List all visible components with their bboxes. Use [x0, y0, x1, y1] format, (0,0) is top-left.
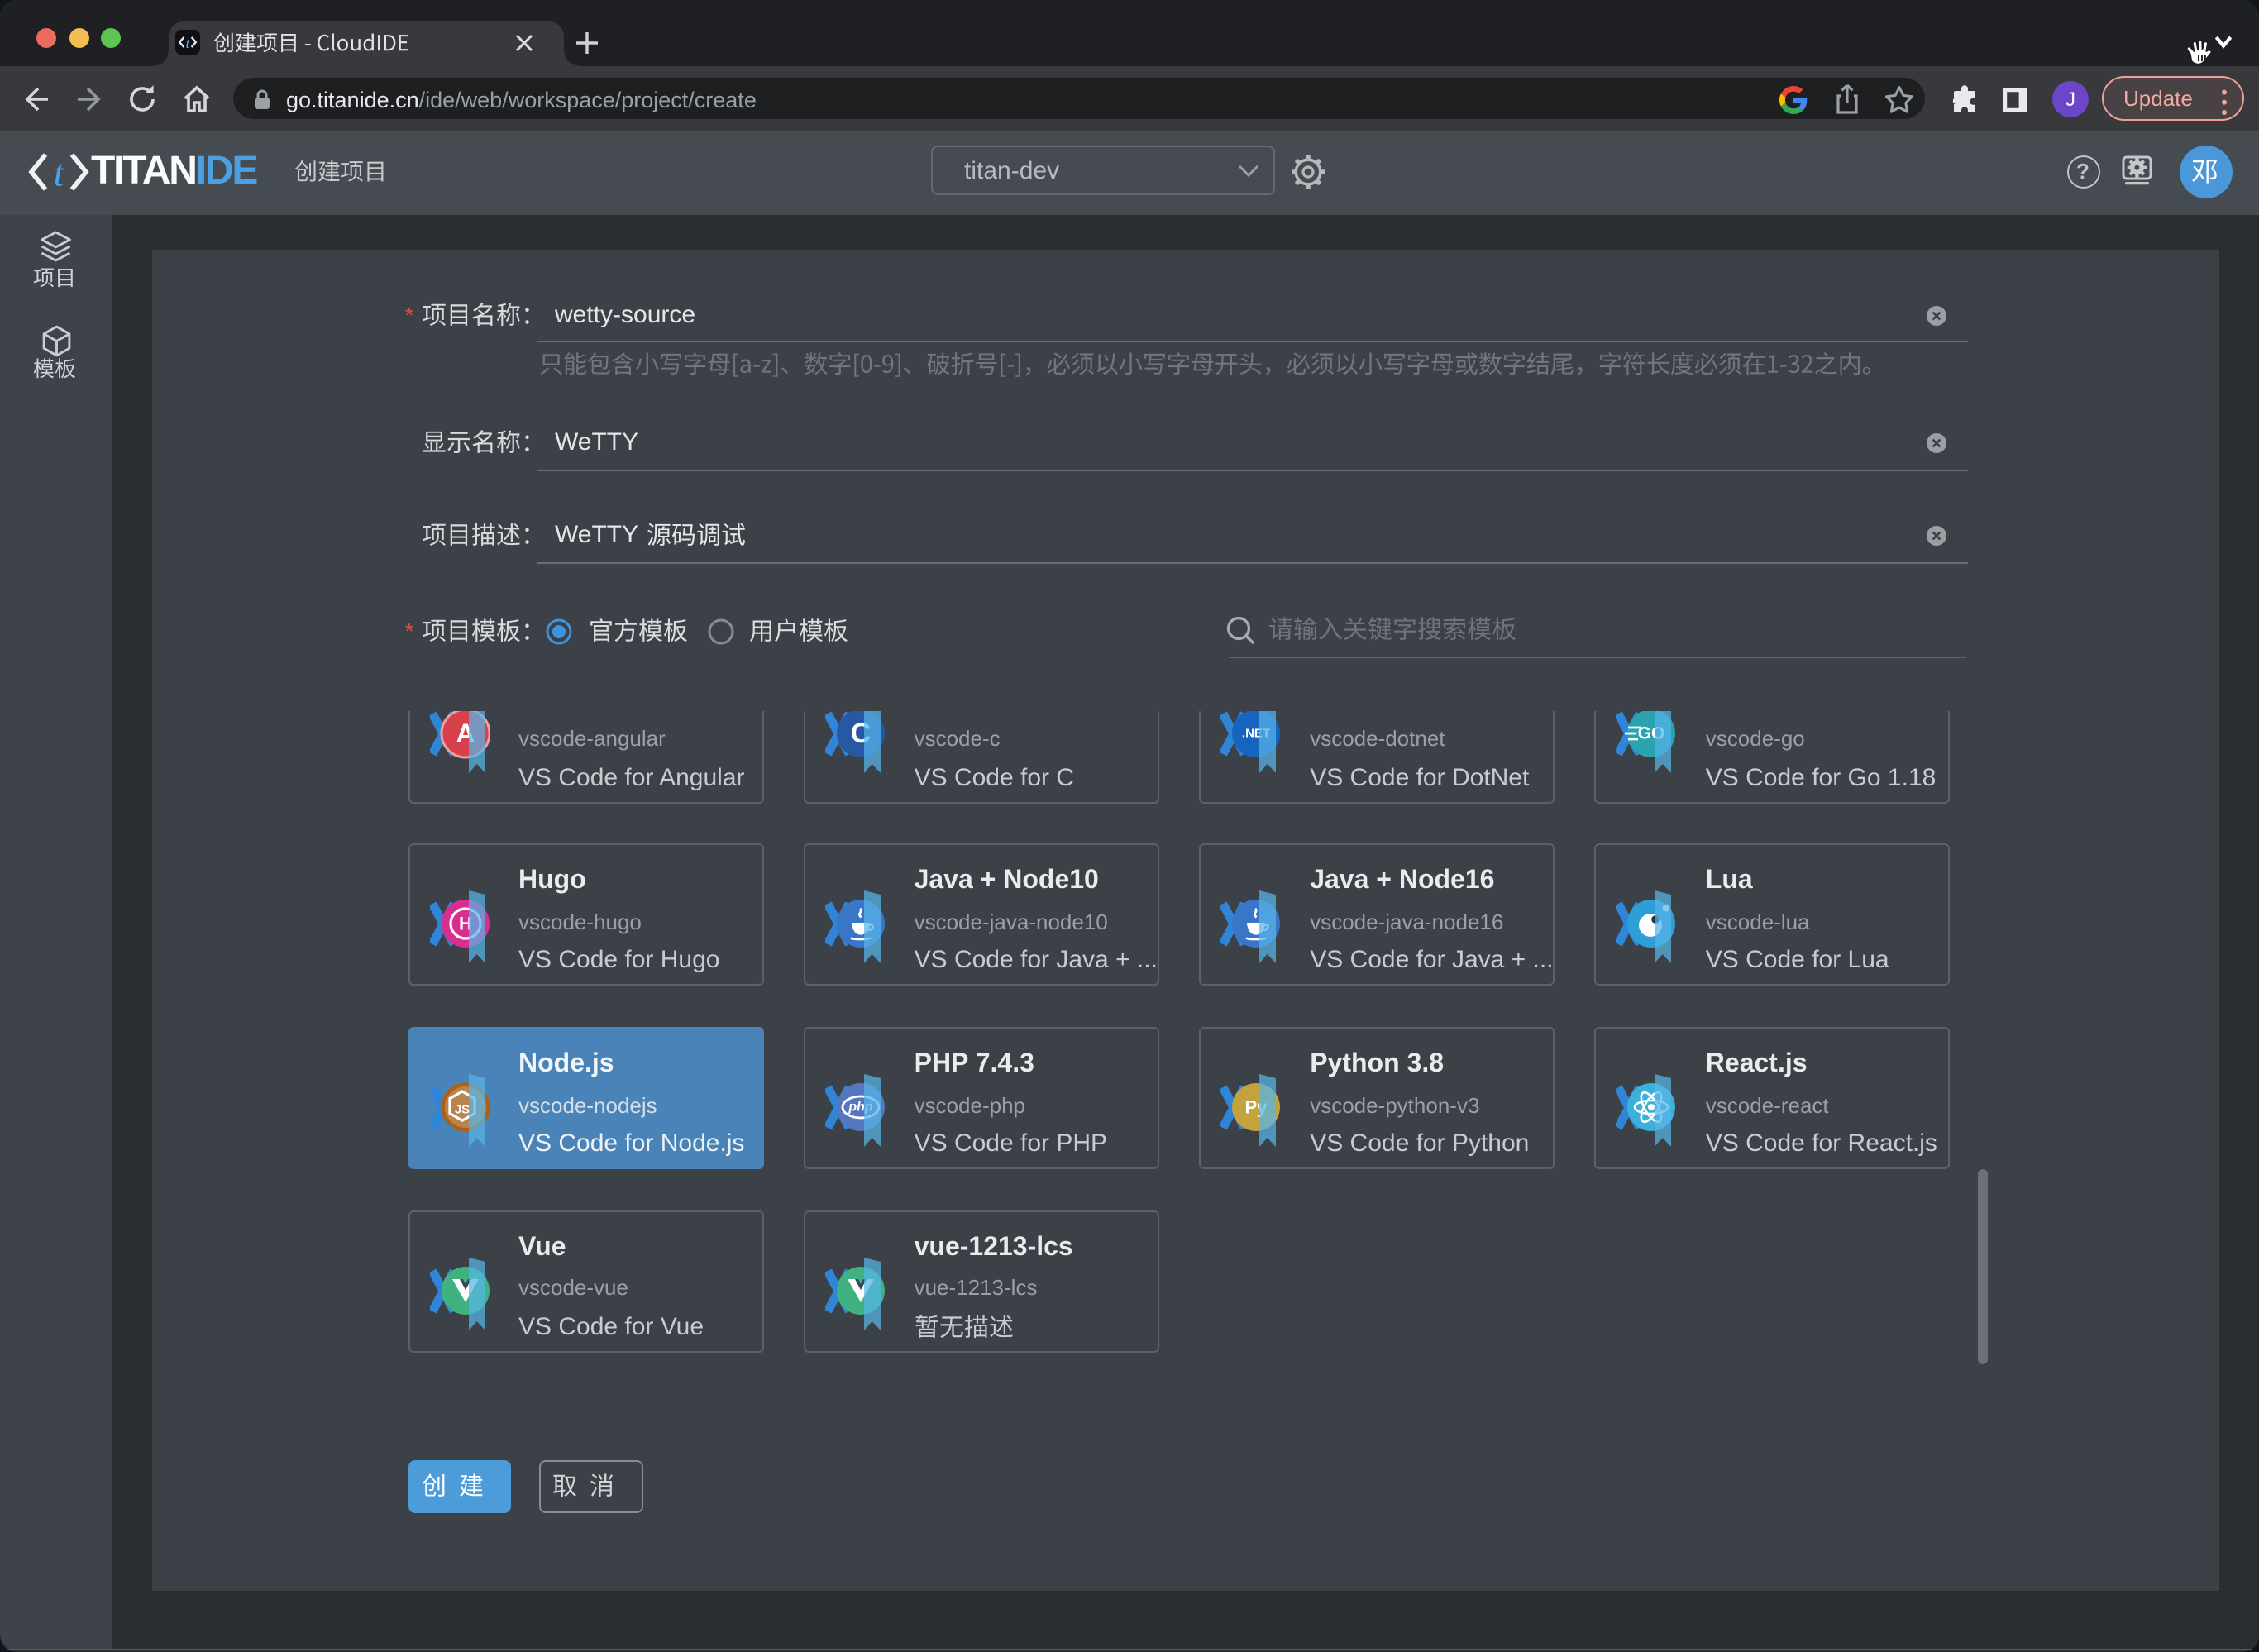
svg-text:t: t: [54, 152, 65, 192]
svg-text:t: t: [184, 34, 189, 50]
svg-text:JS: JS: [454, 1103, 469, 1117]
